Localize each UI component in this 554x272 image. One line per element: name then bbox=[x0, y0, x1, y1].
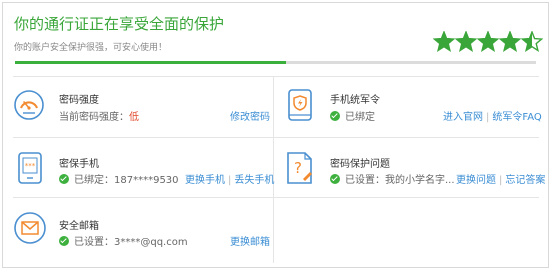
divider bbox=[273, 76, 274, 263]
email-links: 更换邮箱 bbox=[230, 233, 270, 248]
star-half-icon bbox=[521, 31, 543, 53]
svg-text:***: *** bbox=[25, 162, 36, 170]
change-password-link[interactable]: 修改密码 bbox=[230, 112, 270, 123]
link-separator: | bbox=[228, 175, 232, 186]
check-icon bbox=[330, 174, 340, 184]
status-value-low: 低 bbox=[129, 112, 139, 123]
token-links: 进入官网 | 统军令FAQ bbox=[443, 108, 542, 123]
password-strength-title: 密码强度 bbox=[59, 95, 99, 106]
envelope-icon bbox=[13, 211, 47, 249]
question-document-icon: ? bbox=[285, 151, 315, 189]
star-full-icon bbox=[455, 31, 477, 53]
link-separator: | bbox=[486, 112, 490, 123]
token-faq-link[interactable]: 统军令FAQ bbox=[492, 112, 541, 123]
forgot-answer-link[interactable]: 忘记答案 bbox=[505, 175, 545, 186]
security-rating-stars bbox=[433, 31, 543, 55]
phone-token-status: 已绑定 bbox=[330, 108, 375, 123]
check-icon bbox=[59, 174, 69, 184]
status-value: 已绑定 bbox=[345, 112, 375, 123]
official-site-link[interactable]: 进入官网 bbox=[443, 112, 483, 123]
divider bbox=[13, 137, 539, 138]
phone-token-title: 手机统军令 bbox=[330, 95, 380, 106]
star-full-icon bbox=[499, 31, 521, 53]
change-question-link[interactable]: 更换问题 bbox=[456, 175, 496, 186]
phone-shield-icon bbox=[286, 88, 314, 126]
divider bbox=[13, 76, 539, 77]
status-value: 已绑定：187****9530 bbox=[74, 175, 179, 186]
security-question-title: 密码保护问题 bbox=[330, 159, 390, 170]
security-progress-fill bbox=[15, 61, 286, 64]
security-question-status: 已设置：我的小学名字... bbox=[330, 171, 455, 186]
security-phone-title: 密保手机 bbox=[59, 159, 99, 170]
phone-links: 更换手机 | 丢失手机 bbox=[185, 171, 274, 186]
security-phone-status: 已绑定：187****9530 bbox=[59, 171, 179, 186]
divider bbox=[13, 197, 539, 198]
star-full-icon bbox=[433, 31, 455, 53]
check-icon bbox=[330, 111, 340, 121]
change-phone-link[interactable]: 更换手机 bbox=[185, 175, 225, 186]
security-email-status: 已设置：3****@qq.com bbox=[59, 233, 188, 248]
security-email-title: 安全邮箱 bbox=[59, 221, 99, 232]
page-subtitle: 你的账户安全保护很强，可安心使用！ bbox=[14, 43, 168, 53]
speedometer-icon bbox=[13, 89, 45, 125]
change-email-link[interactable]: 更换邮箱 bbox=[230, 237, 270, 248]
password-links: 修改密码 bbox=[230, 108, 270, 123]
mobile-password-icon: *** bbox=[17, 151, 43, 189]
svg-text:?: ? bbox=[294, 159, 302, 177]
check-icon bbox=[59, 236, 69, 246]
status-label: 当前密码强度： bbox=[59, 112, 129, 123]
lost-phone-link[interactable]: 丢失手机 bbox=[234, 175, 274, 186]
star-full-icon bbox=[477, 31, 499, 53]
question-links: 更换问题 | 忘记答案 bbox=[456, 171, 545, 186]
status-value: 已设置：3****@qq.com bbox=[74, 237, 188, 248]
security-panel: 你的通行证正在享受全面的保护 你的账户安全保护很强，可安心使用！ 密码强度 当前… bbox=[2, 2, 549, 268]
security-progress-bar bbox=[15, 61, 536, 64]
page-title: 你的通行证正在享受全面的保护 bbox=[14, 15, 225, 33]
status-value: 已设置：我的小学名字... bbox=[345, 175, 455, 186]
password-strength-status: 当前密码强度：低 bbox=[59, 108, 139, 123]
link-separator: | bbox=[499, 175, 503, 186]
